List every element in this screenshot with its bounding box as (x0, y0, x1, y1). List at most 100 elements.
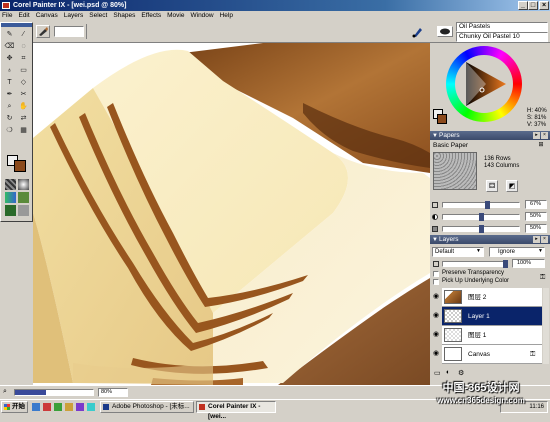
clone-color-icon[interactable] (433, 126, 441, 130)
pen-brush-icon[interactable] (411, 25, 424, 38)
paper-texture-swatch[interactable] (433, 152, 477, 190)
menu-edit[interactable]: Edit (15, 11, 32, 21)
menu-file[interactable]: File (0, 11, 15, 21)
maximize-button[interactable]: □ (528, 1, 538, 10)
opacity-slider-thumb[interactable] (503, 260, 508, 268)
toolbox-grip[interactable] (1, 23, 32, 27)
horizontal-scrollbar[interactable] (326, 388, 376, 397)
start-button[interactable]: 开始 (1, 401, 28, 413)
look-selector-icon[interactable] (5, 205, 16, 216)
opacity-value[interactable]: 100% (512, 259, 545, 268)
contrast-slider[interactable] (442, 213, 520, 221)
pick-up-color-checkbox[interactable] (433, 279, 439, 285)
mirror-tool-icon[interactable]: ⇄ (18, 114, 29, 124)
quicklaunch-ie-icon[interactable] (32, 403, 40, 411)
opacity-slider[interactable] (442, 260, 508, 268)
eye-icon[interactable]: ◉ (433, 312, 440, 319)
gradient-selector-icon[interactable] (18, 179, 29, 190)
hand-tool-icon[interactable]: ✋ (18, 102, 29, 112)
pen-tool-icon[interactable]: ✒ (4, 90, 15, 100)
minimize-button[interactable]: _ (518, 1, 528, 10)
saturation-value-triangle[interactable] (462, 60, 508, 108)
scale-slider[interactable] (442, 201, 520, 209)
layer-mask-icon[interactable]: ◐ (446, 369, 450, 376)
layers-close-button[interactable]: × (541, 236, 548, 243)
papers-close-button[interactable]: × (541, 132, 548, 139)
contrast-slider-thumb[interactable] (479, 213, 484, 221)
quicklaunch-app-icon[interactable] (87, 403, 95, 411)
bucket-tool-icon[interactable]: ♁ (4, 66, 15, 76)
layer-row[interactable]: ◉ 图层 2 (433, 288, 542, 307)
hue-ring[interactable] (446, 46, 522, 122)
eye-icon[interactable]: ◉ (433, 293, 440, 300)
brush-variant-select[interactable]: Chunky Oil Pastel 10 (456, 32, 548, 42)
composite-depth-select[interactable]: Ignore (489, 247, 545, 257)
invert-paper-icon[interactable]: ⚃ (486, 180, 498, 192)
nozzle-selector-icon[interactable] (18, 205, 29, 216)
document-canvas[interactable] (33, 43, 430, 385)
eye-icon[interactable]: ◉ (433, 350, 440, 357)
stroke-type-field[interactable] (54, 26, 84, 37)
preserve-transparency-checkbox[interactable] (433, 271, 439, 277)
main-color-swatch[interactable] (14, 160, 26, 172)
layer-row[interactable]: ◉ 图层 1 (433, 326, 542, 345)
paper-selector-icon[interactable] (5, 179, 16, 190)
menu-layers[interactable]: Layers (61, 11, 87, 21)
eraser-tool-icon[interactable]: ⌫ (4, 42, 15, 52)
paper-scale-icon[interactable]: ◩ (506, 180, 518, 192)
weaving-selector-icon[interactable] (18, 192, 29, 203)
layers-menu-button[interactable]: ▸ (533, 236, 540, 243)
menu-effects[interactable]: Effects (138, 11, 164, 21)
pattern-selector-icon[interactable] (5, 192, 16, 203)
papers-panel-header[interactable]: ▼ Papers ▸ × (430, 131, 550, 140)
rotate-tool-icon[interactable]: ↻ (4, 114, 15, 124)
zoom-icon[interactable]: ⌕ (3, 388, 11, 396)
quicklaunch-desktop-icon[interactable] (54, 403, 62, 411)
taskbar-item-photoshop[interactable]: Adobe Photoshop - [未标... (100, 401, 194, 413)
palette-main-color[interactable] (437, 114, 447, 124)
paper-options-icon[interactable]: ⊞ (536, 141, 546, 149)
menu-help[interactable]: Help (217, 11, 236, 21)
quicklaunch-app-icon[interactable] (76, 403, 84, 411)
text-tool-icon[interactable]: T (4, 78, 15, 88)
shape-tool-icon[interactable]: ◇ (18, 78, 29, 88)
contrast-value[interactable]: 50% (525, 212, 547, 221)
magnifier-tool-icon[interactable]: ⌕ (4, 102, 15, 112)
title-bar[interactable]: Corel Painter IX - [wei.psd @ 80%] _ □ × (0, 0, 550, 11)
layer-row[interactable]: ◉ Canvas ⚿ (433, 345, 542, 364)
brush-tool-icon[interactable] (36, 25, 50, 38)
eye-icon[interactable]: ◉ (433, 331, 440, 338)
quicklaunch-media-icon[interactable] (43, 403, 51, 411)
close-button[interactable]: × (539, 1, 549, 10)
scale-slider-thumb[interactable] (485, 201, 490, 209)
menu-movie[interactable]: Movie (164, 11, 187, 21)
quicklaunch-folder-icon[interactable] (65, 403, 73, 411)
brush-tool-icon[interactable]: ✎ (4, 30, 15, 40)
lasso-tool-icon[interactable]: ◌ (18, 42, 29, 52)
scissors-tool-icon[interactable]: ✂ (18, 90, 29, 100)
new-layer-icon[interactable]: ▭ (434, 369, 441, 377)
menu-shapes[interactable]: Shapes (110, 11, 138, 21)
rectangle-select-icon[interactable]: ▭ (18, 66, 29, 76)
layers-scrollbar[interactable] (543, 288, 549, 364)
layer-lock-icon[interactable]: ⚿ (540, 274, 545, 282)
brightness-value[interactable]: 50% (525, 224, 547, 233)
menu-canvas[interactable]: Canvas (33, 11, 61, 21)
brightness-slider[interactable] (442, 225, 520, 233)
layer-row-selected[interactable]: ◉ Layer 1 (433, 307, 542, 326)
dynamic-plugin-icon[interactable]: ⚙ (458, 369, 464, 377)
layout-grid-icon[interactable]: ▦ (18, 126, 29, 136)
brush-dab-preview[interactable] (437, 26, 453, 37)
dropper-tool-icon[interactable]: ⁄ (18, 30, 29, 40)
zoom-value[interactable]: 80% (98, 388, 128, 397)
layers-panel-header[interactable]: ▼ Layers ▸ × (430, 235, 550, 244)
crop-tool-icon[interactable]: ⌗ (18, 54, 29, 64)
brightness-slider-thumb[interactable] (479, 225, 484, 233)
brush-category-select[interactable]: Oil Pastels (456, 22, 548, 32)
papers-menu-button[interactable]: ▸ (533, 132, 540, 139)
menu-select[interactable]: Select (86, 11, 110, 21)
menu-window[interactable]: Window (187, 11, 216, 21)
scale-value[interactable]: 67% (525, 200, 547, 209)
divine-proportion-icon[interactable]: ❍ (4, 126, 15, 136)
zoom-slider[interactable] (14, 389, 94, 396)
